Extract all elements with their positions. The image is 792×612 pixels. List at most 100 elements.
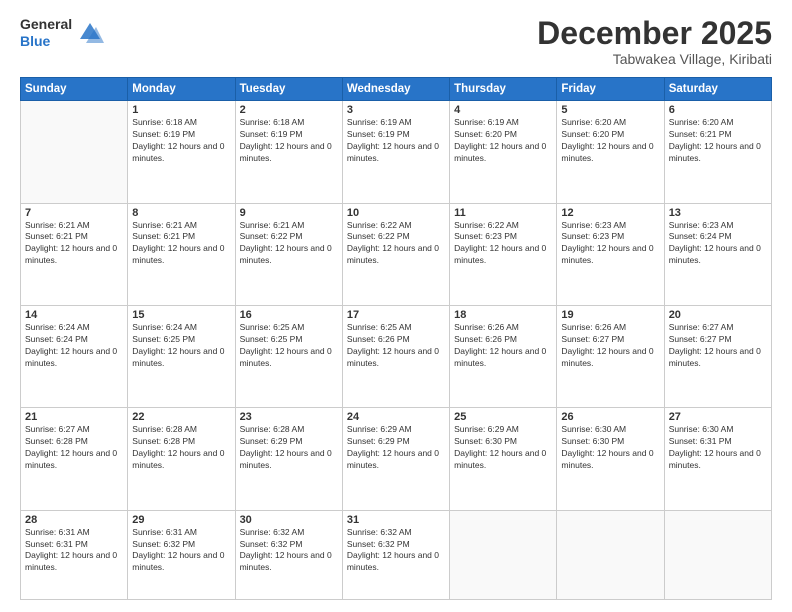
day-number: 31 — [347, 514, 445, 526]
day-number: 11 — [454, 207, 552, 219]
weekday-header: Sunday — [21, 78, 128, 101]
day-info: Sunrise: 6:24 AMSunset: 6:24 PMDaylight:… — [25, 322, 123, 370]
day-info: Sunrise: 6:30 AMSunset: 6:30 PMDaylight:… — [561, 424, 659, 472]
calendar-week-row: 14Sunrise: 6:24 AMSunset: 6:24 PMDayligh… — [21, 305, 772, 407]
day-info: Sunrise: 6:18 AMSunset: 6:19 PMDaylight:… — [132, 117, 230, 165]
day-number: 16 — [240, 309, 338, 321]
day-info: Sunrise: 6:21 AMSunset: 6:21 PMDaylight:… — [132, 220, 230, 268]
day-info: Sunrise: 6:20 AMSunset: 6:21 PMDaylight:… — [669, 117, 767, 165]
day-number: 20 — [669, 309, 767, 321]
day-info: Sunrise: 6:21 AMSunset: 6:21 PMDaylight:… — [25, 220, 123, 268]
day-info: Sunrise: 6:32 AMSunset: 6:32 PMDaylight:… — [240, 527, 338, 575]
day-number: 6 — [669, 104, 767, 116]
calendar-cell: 20Sunrise: 6:27 AMSunset: 6:27 PMDayligh… — [664, 305, 771, 407]
weekday-header: Wednesday — [342, 78, 449, 101]
day-info: Sunrise: 6:25 AMSunset: 6:25 PMDaylight:… — [240, 322, 338, 370]
calendar-cell — [557, 510, 664, 599]
weekday-row: SundayMondayTuesdayWednesdayThursdayFrid… — [21, 78, 772, 101]
logo-icon — [76, 19, 104, 47]
calendar-cell: 23Sunrise: 6:28 AMSunset: 6:29 PMDayligh… — [235, 408, 342, 510]
day-info: Sunrise: 6:31 AMSunset: 6:31 PMDaylight:… — [25, 527, 123, 575]
weekday-header: Thursday — [450, 78, 557, 101]
logo-text: General Blue — [20, 16, 72, 50]
title-block: December 2025 Tabwakea Village, Kiribati — [537, 16, 772, 67]
calendar-cell: 31Sunrise: 6:32 AMSunset: 6:32 PMDayligh… — [342, 510, 449, 599]
day-info: Sunrise: 6:25 AMSunset: 6:26 PMDaylight:… — [347, 322, 445, 370]
location-subtitle: Tabwakea Village, Kiribati — [537, 51, 772, 67]
calendar-week-row: 1Sunrise: 6:18 AMSunset: 6:19 PMDaylight… — [21, 101, 772, 203]
day-number: 19 — [561, 309, 659, 321]
day-info: Sunrise: 6:31 AMSunset: 6:32 PMDaylight:… — [132, 527, 230, 575]
calendar-cell: 7Sunrise: 6:21 AMSunset: 6:21 PMDaylight… — [21, 203, 128, 305]
day-number: 26 — [561, 411, 659, 423]
day-info: Sunrise: 6:19 AMSunset: 6:19 PMDaylight:… — [347, 117, 445, 165]
day-info: Sunrise: 6:30 AMSunset: 6:31 PMDaylight:… — [669, 424, 767, 472]
day-info: Sunrise: 6:28 AMSunset: 6:29 PMDaylight:… — [240, 424, 338, 472]
calendar-week-row: 7Sunrise: 6:21 AMSunset: 6:21 PMDaylight… — [21, 203, 772, 305]
calendar-cell — [21, 101, 128, 203]
calendar-cell: 11Sunrise: 6:22 AMSunset: 6:23 PMDayligh… — [450, 203, 557, 305]
calendar-cell: 6Sunrise: 6:20 AMSunset: 6:21 PMDaylight… — [664, 101, 771, 203]
day-number: 30 — [240, 514, 338, 526]
day-info: Sunrise: 6:29 AMSunset: 6:30 PMDaylight:… — [454, 424, 552, 472]
header: General Blue December 2025 Tabwakea Vill… — [20, 16, 772, 67]
day-info: Sunrise: 6:18 AMSunset: 6:19 PMDaylight:… — [240, 117, 338, 165]
calendar-cell: 2Sunrise: 6:18 AMSunset: 6:19 PMDaylight… — [235, 101, 342, 203]
calendar-cell: 17Sunrise: 6:25 AMSunset: 6:26 PMDayligh… — [342, 305, 449, 407]
day-info: Sunrise: 6:26 AMSunset: 6:26 PMDaylight:… — [454, 322, 552, 370]
day-number: 2 — [240, 104, 338, 116]
calendar-cell: 27Sunrise: 6:30 AMSunset: 6:31 PMDayligh… — [664, 408, 771, 510]
calendar-cell: 12Sunrise: 6:23 AMSunset: 6:23 PMDayligh… — [557, 203, 664, 305]
day-info: Sunrise: 6:19 AMSunset: 6:20 PMDaylight:… — [454, 117, 552, 165]
weekday-header: Saturday — [664, 78, 771, 101]
day-number: 17 — [347, 309, 445, 321]
weekday-header: Tuesday — [235, 78, 342, 101]
day-number: 22 — [132, 411, 230, 423]
day-info: Sunrise: 6:26 AMSunset: 6:27 PMDaylight:… — [561, 322, 659, 370]
weekday-header: Monday — [128, 78, 235, 101]
day-info: Sunrise: 6:22 AMSunset: 6:23 PMDaylight:… — [454, 220, 552, 268]
calendar-cell — [450, 510, 557, 599]
day-number: 28 — [25, 514, 123, 526]
calendar-week-row: 21Sunrise: 6:27 AMSunset: 6:28 PMDayligh… — [21, 408, 772, 510]
calendar-table: SundayMondayTuesdayWednesdayThursdayFrid… — [20, 77, 772, 600]
page: General Blue December 2025 Tabwakea Vill… — [0, 0, 792, 612]
day-number: 8 — [132, 207, 230, 219]
day-info: Sunrise: 6:27 AMSunset: 6:28 PMDaylight:… — [25, 424, 123, 472]
calendar-cell: 13Sunrise: 6:23 AMSunset: 6:24 PMDayligh… — [664, 203, 771, 305]
day-number: 12 — [561, 207, 659, 219]
calendar-body: 1Sunrise: 6:18 AMSunset: 6:19 PMDaylight… — [21, 101, 772, 600]
day-number: 1 — [132, 104, 230, 116]
calendar-cell: 25Sunrise: 6:29 AMSunset: 6:30 PMDayligh… — [450, 408, 557, 510]
day-number: 3 — [347, 104, 445, 116]
calendar-cell: 1Sunrise: 6:18 AMSunset: 6:19 PMDaylight… — [128, 101, 235, 203]
day-number: 10 — [347, 207, 445, 219]
day-number: 29 — [132, 514, 230, 526]
logo-blue: Blue — [20, 33, 72, 50]
day-number: 18 — [454, 309, 552, 321]
month-title: December 2025 — [537, 16, 772, 51]
day-number: 15 — [132, 309, 230, 321]
calendar-cell: 19Sunrise: 6:26 AMSunset: 6:27 PMDayligh… — [557, 305, 664, 407]
calendar-cell: 14Sunrise: 6:24 AMSunset: 6:24 PMDayligh… — [21, 305, 128, 407]
calendar-cell: 21Sunrise: 6:27 AMSunset: 6:28 PMDayligh… — [21, 408, 128, 510]
calendar-cell: 16Sunrise: 6:25 AMSunset: 6:25 PMDayligh… — [235, 305, 342, 407]
day-info: Sunrise: 6:28 AMSunset: 6:28 PMDaylight:… — [132, 424, 230, 472]
calendar-cell: 24Sunrise: 6:29 AMSunset: 6:29 PMDayligh… — [342, 408, 449, 510]
day-number: 5 — [561, 104, 659, 116]
logo: General Blue — [20, 16, 104, 50]
day-info: Sunrise: 6:21 AMSunset: 6:22 PMDaylight:… — [240, 220, 338, 268]
calendar-cell: 8Sunrise: 6:21 AMSunset: 6:21 PMDaylight… — [128, 203, 235, 305]
day-info: Sunrise: 6:23 AMSunset: 6:24 PMDaylight:… — [669, 220, 767, 268]
logo-general: General — [20, 16, 72, 33]
calendar-cell: 15Sunrise: 6:24 AMSunset: 6:25 PMDayligh… — [128, 305, 235, 407]
calendar-week-row: 28Sunrise: 6:31 AMSunset: 6:31 PMDayligh… — [21, 510, 772, 599]
day-info: Sunrise: 6:32 AMSunset: 6:32 PMDaylight:… — [347, 527, 445, 575]
day-number: 25 — [454, 411, 552, 423]
day-info: Sunrise: 6:23 AMSunset: 6:23 PMDaylight:… — [561, 220, 659, 268]
day-number: 4 — [454, 104, 552, 116]
calendar-cell: 30Sunrise: 6:32 AMSunset: 6:32 PMDayligh… — [235, 510, 342, 599]
day-info: Sunrise: 6:22 AMSunset: 6:22 PMDaylight:… — [347, 220, 445, 268]
day-number: 21 — [25, 411, 123, 423]
day-number: 27 — [669, 411, 767, 423]
